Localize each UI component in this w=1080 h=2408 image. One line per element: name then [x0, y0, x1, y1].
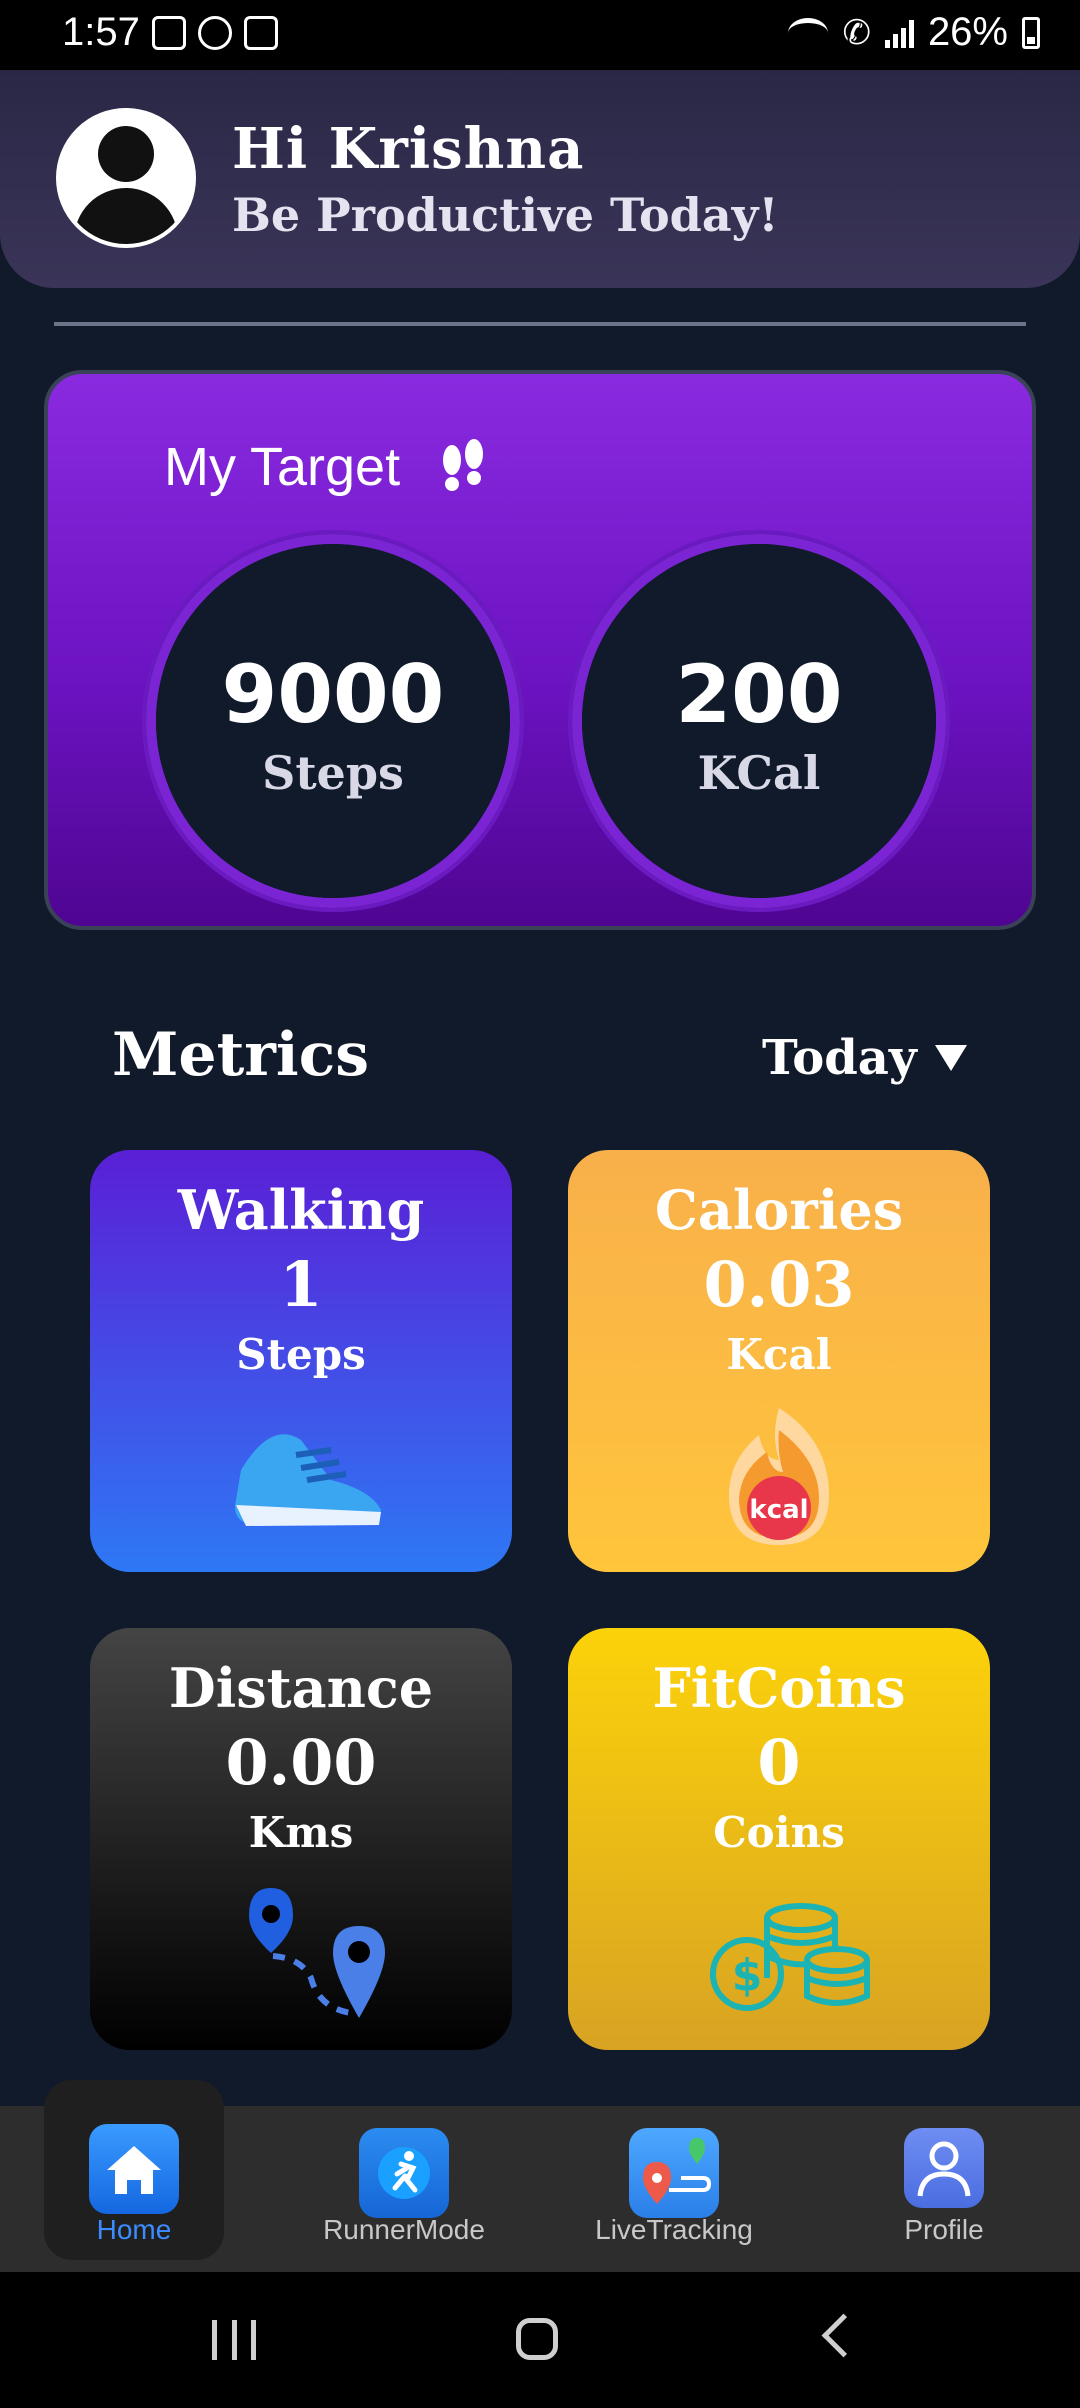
coins-icon: $	[710, 1903, 870, 2011]
walking-value: 1	[279, 1248, 323, 1321]
walking-tile[interactable]: Walking 1 Steps	[90, 1150, 512, 1572]
shoe-icon	[235, 1434, 381, 1526]
svg-text:$: $	[732, 1950, 763, 2001]
fitcoins-value: 0	[757, 1726, 801, 1799]
distance-value: 0.00	[225, 1726, 377, 1799]
back-button[interactable]	[821, 2313, 866, 2358]
calories-tile[interactable]: Calories 0.03 Kcal kcal	[568, 1150, 990, 1572]
gallery-icon	[152, 16, 186, 50]
avatar-head	[98, 126, 154, 182]
period-dropdown[interactable]: Today	[762, 1030, 967, 1086]
nav-profile-label: Profile	[904, 2214, 984, 2245]
kcal-badge-text: kcal	[749, 1495, 808, 1525]
header-divider	[54, 322, 1026, 326]
nav-home-label: Home	[96, 2214, 172, 2245]
dropdown-arrow-icon	[934, 1045, 967, 1071]
system-indicators: ✆ 26%	[788, 10, 1040, 55]
nav-livetracking[interactable]: LiveTracking	[554, 2106, 794, 2272]
greeting-subtitle: Be Productive Today!	[232, 188, 779, 242]
fire-kcal-icon: kcal	[729, 1408, 829, 1545]
route-icon	[249, 1888, 385, 2018]
home-button[interactable]	[516, 2318, 558, 2360]
steps-target-ring: 9000 Steps	[146, 534, 520, 908]
home-icon	[89, 2124, 179, 2214]
steps-target-value: 9000	[221, 648, 445, 741]
metrics-title: Metrics	[112, 1020, 370, 1090]
battery-icon	[1022, 16, 1040, 49]
walking-unit: Steps	[236, 1330, 366, 1379]
steps-target-unit: Steps	[262, 746, 404, 800]
fitcoins-unit: Coins	[713, 1808, 845, 1857]
footprints-icon	[443, 439, 483, 491]
fitcoins-title: FitCoins	[652, 1656, 906, 1720]
distance-tile[interactable]: Distance 0.00 Kms	[90, 1628, 512, 2050]
wifi-call-icon: ✆	[842, 13, 871, 52]
avatar-body	[74, 188, 178, 244]
calories-title: Calories	[654, 1178, 904, 1242]
distance-unit: Kms	[248, 1808, 354, 1857]
profile-icon	[904, 2128, 984, 2208]
avatar[interactable]	[56, 108, 196, 248]
nav-livetracking-label: LiveTracking	[595, 2214, 753, 2245]
kcal-target-ring: 200 KCal	[572, 534, 946, 908]
calories-unit: Kcal	[726, 1330, 832, 1379]
nav-runnermode[interactable]: RunnerMode	[284, 2106, 524, 2272]
greeting-text: Hi Krishna	[232, 116, 585, 182]
distance-title: Distance	[168, 1656, 434, 1720]
notification-icons	[152, 16, 278, 50]
period-label: Today	[762, 1030, 917, 1086]
nav-profile[interactable]: Profile	[824, 2106, 1064, 2272]
sync-icon	[198, 16, 232, 50]
wifi-icon	[788, 17, 829, 48]
map-pin-icon	[629, 2128, 719, 2218]
signal-icon	[884, 18, 914, 48]
fitcoins-tile[interactable]: FitCoins 0 Coins $	[568, 1628, 990, 2050]
system-navigation-bar	[0, 2272, 1080, 2408]
greeting-header: Hi Krishna Be Productive Today!	[0, 70, 1080, 288]
nav-runnermode-label: RunnerMode	[323, 2214, 485, 2245]
kcal-target-unit: KCal	[697, 746, 821, 800]
bottom-navigation: Home RunnerMode LiveTracking Profile	[0, 2080, 1080, 2272]
runner-icon	[359, 2128, 449, 2218]
target-title: My Target	[164, 437, 401, 497]
kcal-target-value: 200	[675, 648, 843, 741]
walking-title: Walking	[177, 1178, 425, 1242]
calories-value: 0.03	[703, 1248, 855, 1321]
battery-percent: 26%	[927, 10, 1008, 54]
status-bar: 1:57 ✆ 26%	[0, 0, 1080, 70]
target-card[interactable]: My Target 9000 Steps 200 KCal	[44, 370, 1036, 930]
calendar-icon	[244, 16, 278, 50]
nav-home[interactable]: Home	[44, 2080, 224, 2260]
status-time: 1:57	[62, 10, 140, 54]
recent-apps-button[interactable]	[212, 2320, 256, 2360]
